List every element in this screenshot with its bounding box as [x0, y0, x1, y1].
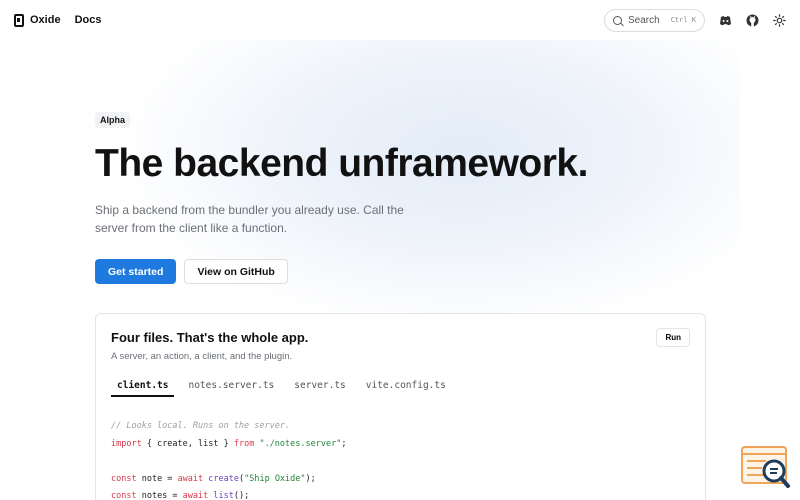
search-shortcut: Ctrl K [670, 16, 696, 24]
hero-section: Alpha The backend unframework. Ship a ba… [95, 110, 588, 284]
oxide-logo-icon [14, 13, 24, 27]
code-function: create [208, 473, 239, 484]
code-keyword: from [233, 438, 255, 449]
tab-notes-server-ts[interactable]: notes.server.ts [182, 378, 280, 397]
assistant-widget-icon [741, 446, 790, 488]
search-button[interactable]: Search Ctrl K [604, 8, 705, 32]
tab-client-ts[interactable]: client.ts [111, 378, 175, 397]
code-text: notes = [136, 491, 183, 500]
github-icon[interactable] [746, 14, 759, 27]
floating-assistant-widget[interactable] [740, 445, 792, 490]
code-block: // Looks local. Runs on the server. impo… [111, 421, 347, 500]
card-subtitle: A server, an action, a client, and the p… [111, 351, 293, 362]
tab-vite-config-ts[interactable]: vite.config.ts [360, 378, 452, 397]
code-example-card: Four files. That's the whole app. A serv… [95, 313, 706, 500]
brand-name: Oxide [30, 14, 61, 26]
status-badge: Alpha [95, 112, 131, 128]
hero-actions: Get started View on GitHub [95, 259, 588, 284]
code-keyword: await [177, 473, 204, 484]
nav-docs-link[interactable]: Docs [75, 14, 102, 26]
top-navbar: Oxide Docs Search Ctrl K [0, 0, 800, 40]
search-label: Search [628, 14, 660, 26]
code-keyword: import [111, 438, 142, 449]
code-comment: // Looks local. Runs on the server. [111, 421, 291, 431]
code-function: list [213, 491, 234, 500]
code-text: { create, list } [141, 438, 234, 449]
code-string: "./notes.server" [259, 438, 342, 449]
code-keyword: await [182, 491, 209, 500]
tab-server-ts[interactable]: server.ts [288, 378, 351, 397]
search-icon [613, 15, 622, 25]
code-text: ; [341, 438, 347, 449]
run-button[interactable]: Run [656, 328, 690, 347]
code-keyword: const [111, 473, 137, 484]
file-tabs: client.ts notes.server.ts server.ts vite… [111, 378, 690, 397]
card-title: Four files. That's the whole app. [111, 330, 309, 345]
theme-toggle-icon[interactable] [773, 13, 786, 27]
page-title: The backend unframework. [95, 142, 588, 185]
discord-icon[interactable] [719, 14, 732, 27]
get-started-button[interactable]: Get started [95, 259, 177, 284]
view-on-github-button[interactable]: View on GitHub [184, 259, 288, 284]
brand[interactable]: Oxide [14, 13, 61, 27]
code-text: note = [136, 473, 178, 484]
hero-subtitle: Ship a backend from the bundler you alre… [95, 203, 404, 235]
code-string: "Ship Oxide" [244, 473, 306, 484]
code-keyword: const [111, 491, 137, 500]
